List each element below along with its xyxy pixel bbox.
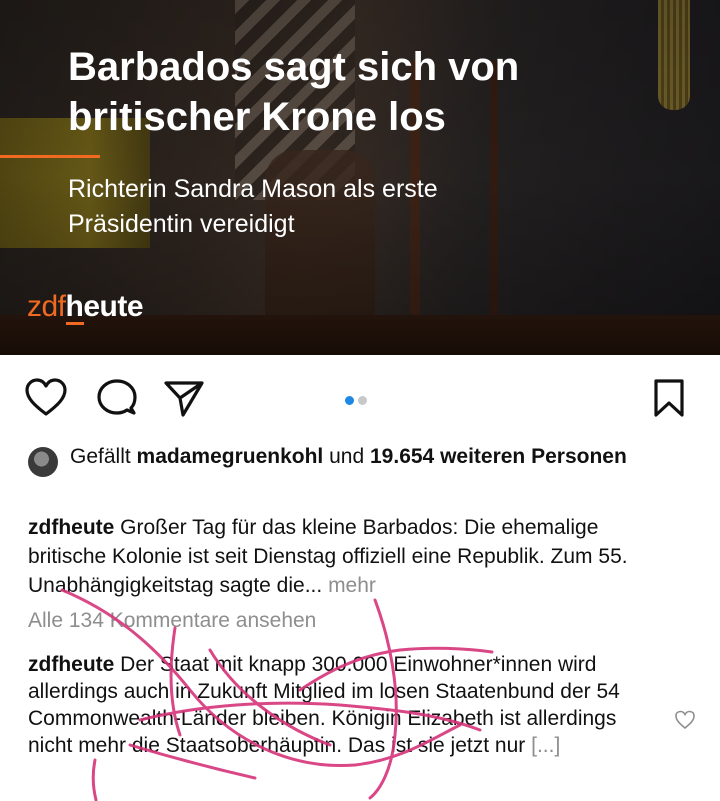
comment: zdfheute Der Staat mit knapp 300.000 Ein… <box>28 651 658 759</box>
bookmark-icon[interactable] <box>652 378 686 418</box>
carousel-indicator <box>345 392 371 410</box>
post-image[interactable]: Barbados sagt sich von britischer Krone … <box>0 0 720 355</box>
likes-count[interactable]: 19.654 weiteren <box>370 445 525 468</box>
carousel-dot-active <box>345 396 354 405</box>
likes-prefix: Gefällt <box>70 445 131 468</box>
caption-username[interactable]: zdfheute <box>28 516 114 539</box>
likes-suffix[interactable]: Personen <box>531 445 627 468</box>
heart-icon[interactable] <box>24 378 68 418</box>
view-comments-link[interactable]: Alle 134 Kommentare ansehen <box>28 609 316 633</box>
comment-username[interactable]: zdfheute <box>28 653 114 676</box>
likes-middle: und <box>329 445 365 468</box>
accent-line <box>0 155 100 158</box>
more-link[interactable]: mehr <box>328 574 376 597</box>
comment-ellipsis[interactable]: [...] <box>531 734 560 757</box>
zdfheute-logo: zdfheute <box>27 290 144 324</box>
likes-text: Gefällt madamegruenkohl und 19.654 weite… <box>70 443 690 471</box>
logo-zdf: zdf <box>27 290 66 323</box>
post-headline: Barbados sagt sich von britischer Krone … <box>68 45 520 139</box>
post-caption: zdfheute Großer Tag für das kleine Barba… <box>28 513 678 600</box>
avatar[interactable] <box>28 447 58 477</box>
carousel-dot <box>358 396 367 405</box>
logo-heute: heute <box>65 290 144 323</box>
post-subheadline: Richterin Sandra Mason als erste Präside… <box>68 175 438 238</box>
scribble-stroke <box>91 758 98 801</box>
comment-like-heart-icon[interactable] <box>674 710 696 730</box>
share-icon[interactable] <box>163 378 205 418</box>
liker-username[interactable]: madamegruenkohl <box>137 445 324 468</box>
comment-icon[interactable] <box>96 378 138 418</box>
